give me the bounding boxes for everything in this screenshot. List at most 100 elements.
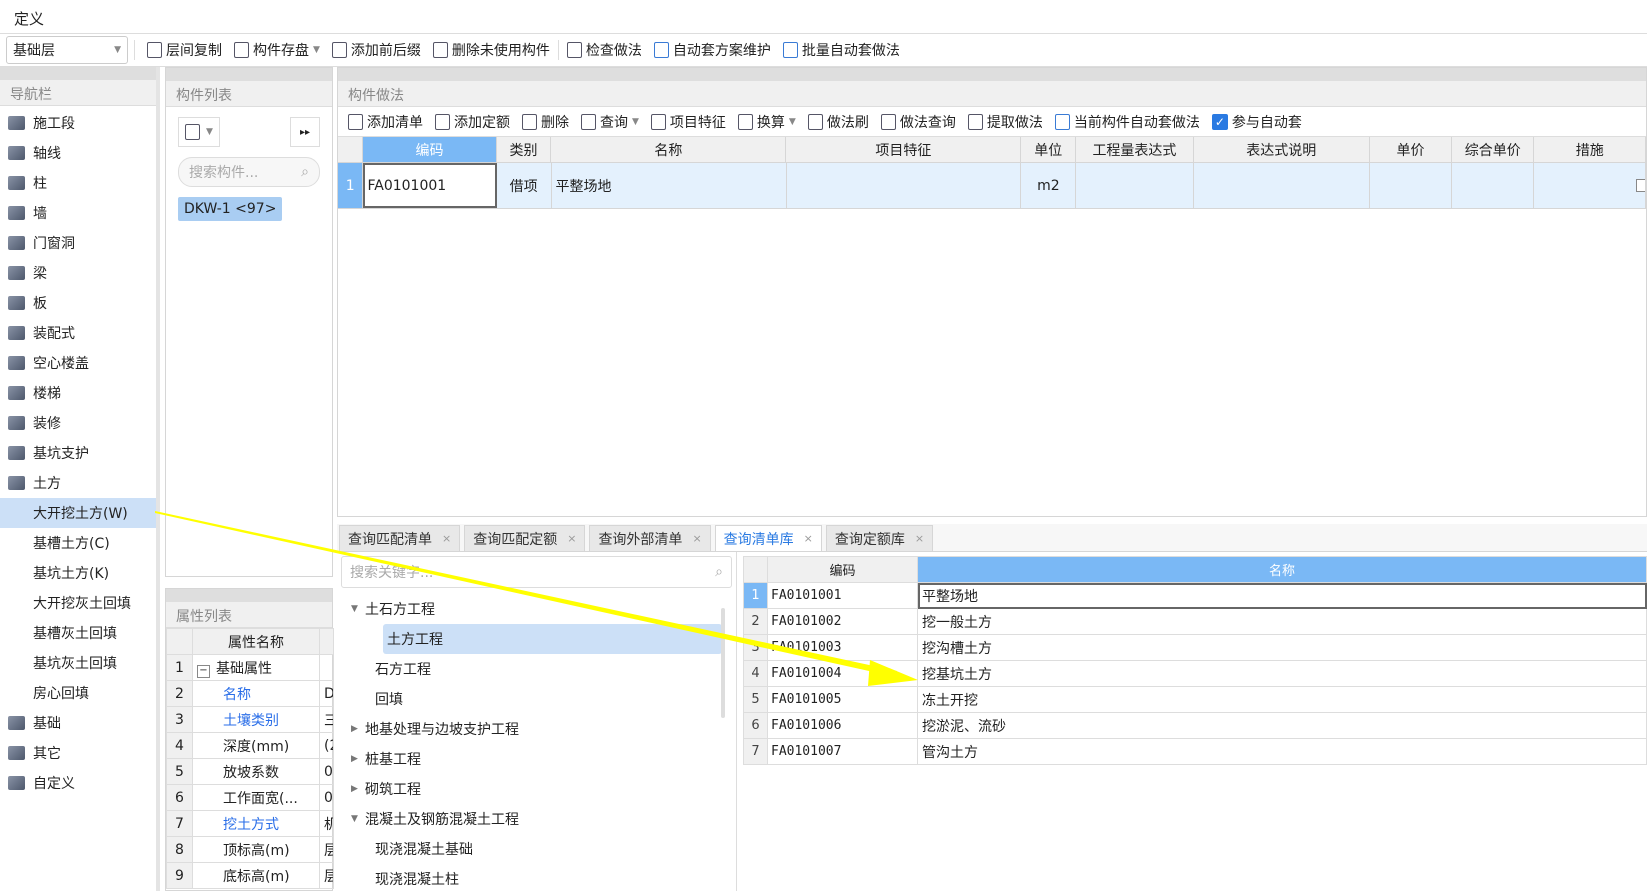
nav-item[interactable]: 柱 — [0, 168, 156, 198]
unit-cell[interactable]: m2 — [1021, 163, 1077, 208]
name-cell[interactable]: 平整场地 — [552, 163, 787, 208]
property-row[interactable]: 5 放坡系数 0 — [166, 758, 334, 785]
caret-down-icon[interactable]: ▼ — [351, 814, 365, 824]
nav-item[interactable]: 墙 — [0, 198, 156, 228]
toolbar-button[interactable]: 检查做法 — [561, 40, 648, 60]
column-header[interactable]: 综合单价 — [1452, 137, 1535, 162]
method-grid-row[interactable]: 1 FA0101001 借项 平整场地 m2 — [338, 163, 1646, 209]
nav-item[interactable]: 空心楼盖 — [0, 348, 156, 378]
tree-node[interactable]: 石方工程 — [337, 654, 736, 684]
auto-apply-checkbox[interactable]: ✓ 参与自动套 — [1206, 112, 1308, 132]
tree-node[interactable]: ▶ 地基处理与边坡支护工程 — [337, 714, 736, 744]
property-row[interactable]: 2 名称 D — [166, 680, 334, 707]
query-tab[interactable]: 查询清单库 × — [714, 525, 822, 551]
method-toolbar-button[interactable]: 换算 ▼ — [732, 112, 802, 132]
property-row[interactable]: 7 挖土方式 机 — [166, 810, 334, 837]
nav-item[interactable]: 楼梯 — [0, 378, 156, 408]
column-header[interactable]: 工程量表达式 — [1076, 137, 1194, 162]
nav-item[interactable]: 轴线 — [0, 138, 156, 168]
expand-button[interactable]: ▸▸ — [290, 117, 320, 147]
column-header[interactable]: 单位 — [1021, 137, 1077, 162]
feature-cell[interactable] — [787, 163, 1022, 208]
nav-item[interactable]: 大开挖土方(W) — [0, 498, 156, 528]
close-icon[interactable]: × — [692, 532, 701, 545]
tree-node[interactable]: ▼ 混凝土及钢筋混凝土工程 — [337, 804, 736, 834]
property-row[interactable]: 9 底标高(m) 层 — [166, 862, 334, 889]
code-cell[interactable]: FA0101001 — [363, 163, 497, 208]
bill-row[interactable]: 3 FA0101003 挖沟槽土方 — [743, 634, 1647, 661]
tree-node[interactable]: 现浇混凝土柱 — [337, 864, 736, 894]
caret-down-icon[interactable]: ▼ — [351, 604, 365, 614]
nav-item[interactable]: 施工段 — [0, 108, 156, 138]
toolbar-button[interactable]: 添加前后缀 — [326, 40, 427, 60]
bill-row[interactable]: 7 FA0101007 管沟土方 — [743, 738, 1647, 765]
nav-item[interactable]: 自定义 — [0, 768, 156, 798]
new-component-button[interactable]: ▼ — [178, 117, 220, 147]
close-icon[interactable]: × — [567, 532, 576, 545]
price-cell[interactable] — [1370, 163, 1453, 208]
property-row[interactable]: 1− 基础属性 — [166, 654, 334, 681]
bill-row[interactable]: 2 FA0101002 挖一般土方 — [743, 608, 1647, 635]
bill-row[interactable]: 1 FA0101001 平整场地 — [743, 582, 1647, 609]
close-icon[interactable]: × — [804, 532, 813, 545]
nav-item[interactable]: 基础 — [0, 708, 156, 738]
menu-define[interactable]: 定义 — [14, 8, 44, 29]
close-icon[interactable]: × — [915, 532, 924, 545]
method-toolbar-button[interactable]: 删除 — [516, 112, 575, 132]
nav-item[interactable]: 板 — [0, 288, 156, 318]
method-toolbar-button[interactable]: 项目特征 — [645, 112, 732, 132]
bill-row[interactable]: 5 FA0101005 冻土开挖 — [743, 686, 1647, 713]
tree-node[interactable]: 回填 — [337, 684, 736, 714]
caret-right-icon[interactable]: ▶ — [351, 754, 365, 764]
toolbar-button[interactable]: 批量自动套做法 — [777, 40, 906, 60]
property-row[interactable]: 3 土壤类别 三 — [166, 706, 334, 733]
bill-row[interactable]: 4 FA0101004 挖基坑土方 — [743, 660, 1647, 687]
property-row[interactable]: 6 工作面宽(... 0 — [166, 784, 334, 811]
property-row[interactable]: 4 深度(mm) (2 — [166, 732, 334, 759]
method-toolbar-button[interactable]: 添加清单 — [342, 112, 429, 132]
method-toolbar-button[interactable]: 提取做法 — [962, 112, 1049, 132]
method-toolbar-button[interactable]: 添加定额 — [429, 112, 516, 132]
component-item[interactable]: DKW-1 <97> — [178, 197, 283, 221]
caret-right-icon[interactable]: ▶ — [351, 784, 365, 794]
nav-item[interactable]: 梁 — [0, 258, 156, 288]
toolbar-button[interactable]: 自动套方案维护 — [648, 40, 777, 60]
column-header[interactable]: 类别 — [497, 137, 552, 162]
nav-item[interactable]: 基坑支护 — [0, 438, 156, 468]
caret-right-icon[interactable]: ▶ — [351, 724, 365, 734]
expr-cell[interactable] — [1076, 163, 1194, 208]
method-toolbar-button[interactable]: 当前构件自动套做法 — [1049, 112, 1206, 132]
tree-node[interactable]: 土方工程 — [383, 624, 722, 654]
tree-node[interactable]: ▶ 桩基工程 — [337, 744, 736, 774]
property-row[interactable]: 8 顶标高(m) 层 — [166, 836, 334, 863]
method-toolbar-button[interactable]: 查询 ▼ — [575, 112, 645, 132]
method-toolbar-button[interactable]: 做法刷 — [802, 112, 875, 132]
nav-item[interactable]: 房心回填 — [0, 678, 156, 708]
toolbar-button[interactable]: 删除未使用构件 — [427, 40, 556, 60]
nav-item[interactable]: 装配式 — [0, 318, 156, 348]
keyword-search-input[interactable]: 搜索关键字... ⌕ — [341, 556, 732, 588]
method-toolbar-button[interactable]: 做法查询 — [875, 112, 962, 132]
tree-node[interactable]: ▼ 土石方工程 — [337, 594, 736, 624]
nav-item[interactable]: 其它 — [0, 738, 156, 768]
tree-scrollbar[interactable] — [721, 608, 725, 718]
column-header[interactable]: 名称 — [551, 137, 787, 162]
toolbar-button[interactable]: 层间复制 — [141, 40, 228, 60]
nav-item[interactable]: 装修 — [0, 408, 156, 438]
floor-select[interactable]: 基础层 ▼ — [6, 36, 128, 64]
nav-item[interactable]: 基坑土方(K) — [0, 558, 156, 588]
close-icon[interactable]: × — [442, 532, 451, 545]
desc-cell[interactable] — [1194, 163, 1370, 208]
nav-item[interactable]: 基槽灰土回填 — [0, 618, 156, 648]
measure-checkbox[interactable] — [1534, 163, 1646, 208]
toolbar-button[interactable]: 构件存盘 ▼ — [228, 40, 326, 60]
column-header[interactable]: 措施 — [1534, 137, 1647, 162]
nav-item[interactable]: 门窗洞 — [0, 228, 156, 258]
query-tab[interactable]: 查询定额库 × — [825, 525, 934, 551]
nav-item[interactable]: 基坑灰土回填 — [0, 648, 156, 678]
nav-item[interactable]: 大开挖灰土回填 — [0, 588, 156, 618]
total-cell[interactable] — [1452, 163, 1535, 208]
tree-node[interactable]: 现浇混凝土基础 — [337, 834, 736, 864]
column-header[interactable]: 单价 — [1370, 137, 1453, 162]
column-header[interactable]: 项目特征 — [786, 137, 1022, 162]
